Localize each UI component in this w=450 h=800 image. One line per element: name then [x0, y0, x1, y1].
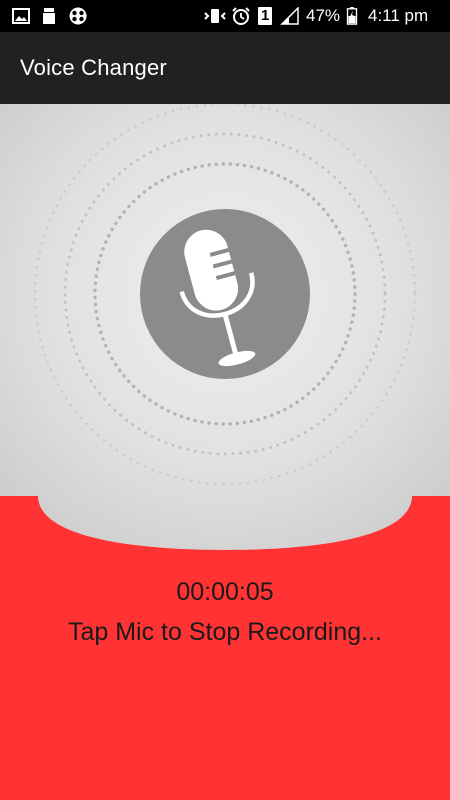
sim-icon: 1: [258, 7, 272, 25]
app-bar: Voice Changer: [0, 32, 450, 104]
status-bar: 1 47% 4:11 pm: [0, 0, 450, 32]
recorder-panel: [0, 104, 450, 550]
app-icon: [69, 7, 87, 25]
alarm-icon: [232, 7, 250, 25]
image-icon: [12, 8, 30, 24]
battery-percent: 47%: [306, 6, 341, 25]
app-title: Voice Changer: [20, 55, 167, 80]
signal-icon: [280, 7, 299, 25]
storage-icon: [43, 8, 55, 24]
recording-instruction: Tap Mic to Stop Recording...: [67, 618, 383, 646]
mic-button[interactable]: [140, 209, 310, 379]
sim-label: 1: [261, 7, 270, 24]
elapsed-time: 00:00:05: [176, 578, 274, 606]
battery-icon: [346, 7, 358, 25]
clock: 4:11 pm: [368, 6, 429, 25]
vibrate-icon: [204, 9, 226, 23]
